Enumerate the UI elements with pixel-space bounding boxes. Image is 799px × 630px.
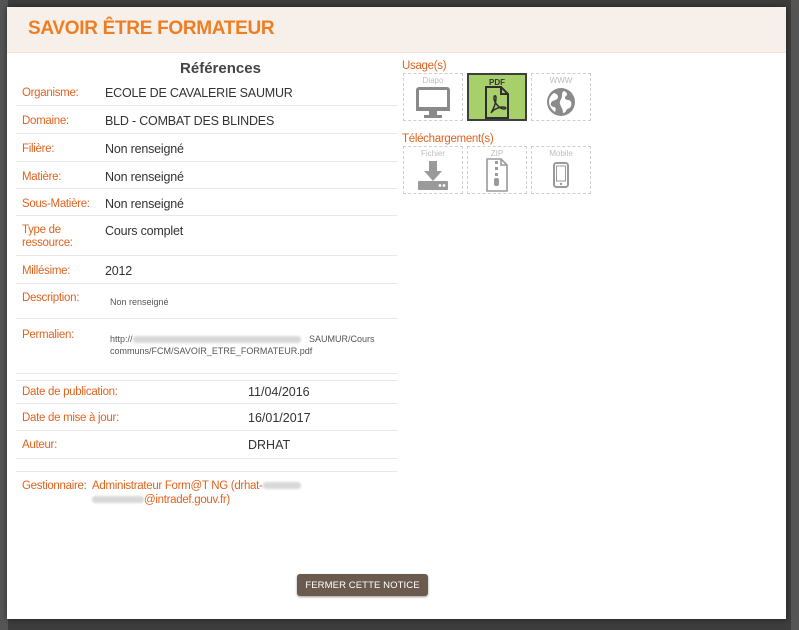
tile-mobile-label: Mobile <box>549 149 573 158</box>
row-sous-matiere: Sous-Matière: Non renseigné <box>16 189 397 216</box>
label-permalien: Permalien: <box>22 329 74 341</box>
references-heading: Références <box>180 60 261 77</box>
usage-panel: Usage(s) Diapo PDF WWW Téléchargement(s)… <box>402 59 603 196</box>
row-domaine: Domaine: BLD - COMBAT DES BLINDES <box>16 106 397 134</box>
value-millesime: 2012 <box>105 264 133 278</box>
row-date-maj: Date de mise à jour: 16/01/2017 <box>16 404 397 431</box>
value-sous-matiere: Non renseigné <box>105 197 184 211</box>
redacted-url <box>132 336 301 344</box>
tile-fichier[interactable]: Fichier <box>403 146 463 194</box>
modal-title: SAVOIR ÊTRE FORMATEUR <box>28 18 275 39</box>
pdf-icon <box>485 86 509 119</box>
label-date-maj: Date de mise à jour: <box>22 412 119 424</box>
globe-icon <box>547 88 575 116</box>
label-domaine: Domaine: <box>22 115 69 127</box>
tile-mobile[interactable]: Mobile <box>531 146 591 194</box>
mobile-icon <box>553 162 569 188</box>
value-matiere: Non renseigné <box>105 170 184 184</box>
label-organisme: Organisme: <box>22 87 79 99</box>
tile-diapo[interactable]: Diapo <box>403 73 463 121</box>
label-matiere: Matière: <box>22 171 62 183</box>
references-panel: Références Organisme: ECOLE DE CAVALERIE… <box>16 59 397 532</box>
row-millesime: Millésime: 2012 <box>16 256 397 284</box>
gestionnaire-name: Administrateur Form@T NG (drhat- <box>92 480 263 492</box>
tile-zip-label: ZIP <box>490 149 504 158</box>
label-auteur: Auteur: <box>22 439 57 451</box>
value-date-maj: 16/01/2017 <box>248 411 311 425</box>
permalink-line2[interactable]: communs/FCM/SAVOIR_ETRE_FORMATEUR.pdf <box>110 346 312 356</box>
monitor-icon <box>416 87 450 118</box>
usage-label: Usage(s) <box>402 60 447 72</box>
label-filiere: Filière: <box>22 143 55 155</box>
tile-fichier-label: Fichier <box>420 149 445 158</box>
redacted-email-2 <box>92 496 144 504</box>
value-domaine: BLD - COMBAT DES BLINDES <box>105 114 275 128</box>
row-description: Description: Non renseigné <box>16 284 397 319</box>
modal-header: SAVOIR ÊTRE FORMATEUR <box>7 7 786 53</box>
label-millesime: Millésime: <box>22 265 71 277</box>
tile-diapo-label: Diapo <box>422 76 444 85</box>
tile-zip[interactable]: ZIP <box>467 146 527 194</box>
row-gestionnaire: Gestionnaire: Administrateur Form@T NG (… <box>16 471 397 532</box>
label-gestionnaire: Gestionnaire: <box>22 480 87 492</box>
value-organisme: ECOLE DE CAVALERIE SAUMUR <box>105 86 293 100</box>
row-organisme: Organisme: ECOLE DE CAVALERIE SAUMUR <box>16 79 397 106</box>
close-notice-button[interactable]: FERMER CETTE NOTICE <box>297 574 428 596</box>
download-tiles: Fichier ZIP Mobile <box>403 146 603 196</box>
row-filiere: Filière: Non renseigné <box>16 134 397 162</box>
download-label: Téléchargement(s) <box>402 133 494 145</box>
value-filiere: Non renseigné <box>105 142 184 156</box>
backdrop-right <box>791 0 799 630</box>
gestionnaire-email: @intradef.gouv.fr) <box>144 494 230 506</box>
row-auteur: Auteur: DRHAT <box>16 431 397 459</box>
value-auteur: DRHAT <box>248 438 291 452</box>
row-matiere: Matière: Non renseigné <box>16 162 397 189</box>
value-date-publication: 11/04/2016 <box>248 385 310 399</box>
gestionnaire-line1[interactable]: Administrateur Form@T NG (drhat- <box>92 480 301 492</box>
row-type-ressource: Type de ressource: Cours complet <box>16 216 397 256</box>
label-ressource: ressource: <box>22 237 73 249</box>
tile-www[interactable]: WWW <box>531 73 591 121</box>
permalink-prefix: http:// <box>110 334 133 344</box>
label-sous-matiere: Sous-Matière: <box>22 198 90 210</box>
label-description: Description: <box>22 292 80 304</box>
value-description: Non renseigné <box>110 297 169 307</box>
redacted-email-1 <box>262 482 301 490</box>
tile-pdf[interactable]: PDF <box>467 73 527 121</box>
usage-tiles: Diapo PDF WWW <box>403 73 603 123</box>
label-date-publication: Date de publication: <box>22 386 118 398</box>
row-date-publication: Date de publication: 11/04/2016 <box>16 380 397 404</box>
tile-www-label: WWW <box>549 76 573 85</box>
permalink-suffix: SAUMUR/Cours <box>309 334 375 344</box>
zip-file-icon <box>486 158 508 192</box>
download-icon <box>418 161 448 190</box>
permalink-link[interactable]: http:// SAUMUR/Cours <box>110 334 375 344</box>
notice-modal: SAVOIR ÊTRE FORMATEUR Références Organis… <box>7 7 786 619</box>
label-type-de: Type de <box>22 224 61 236</box>
row-permalien: Permalien: http:// SAUMUR/Cours communs/… <box>16 319 397 374</box>
gestionnaire-line2[interactable]: @intradef.gouv.fr) <box>92 494 230 506</box>
value-type-ressource: Cours complet <box>105 224 183 238</box>
